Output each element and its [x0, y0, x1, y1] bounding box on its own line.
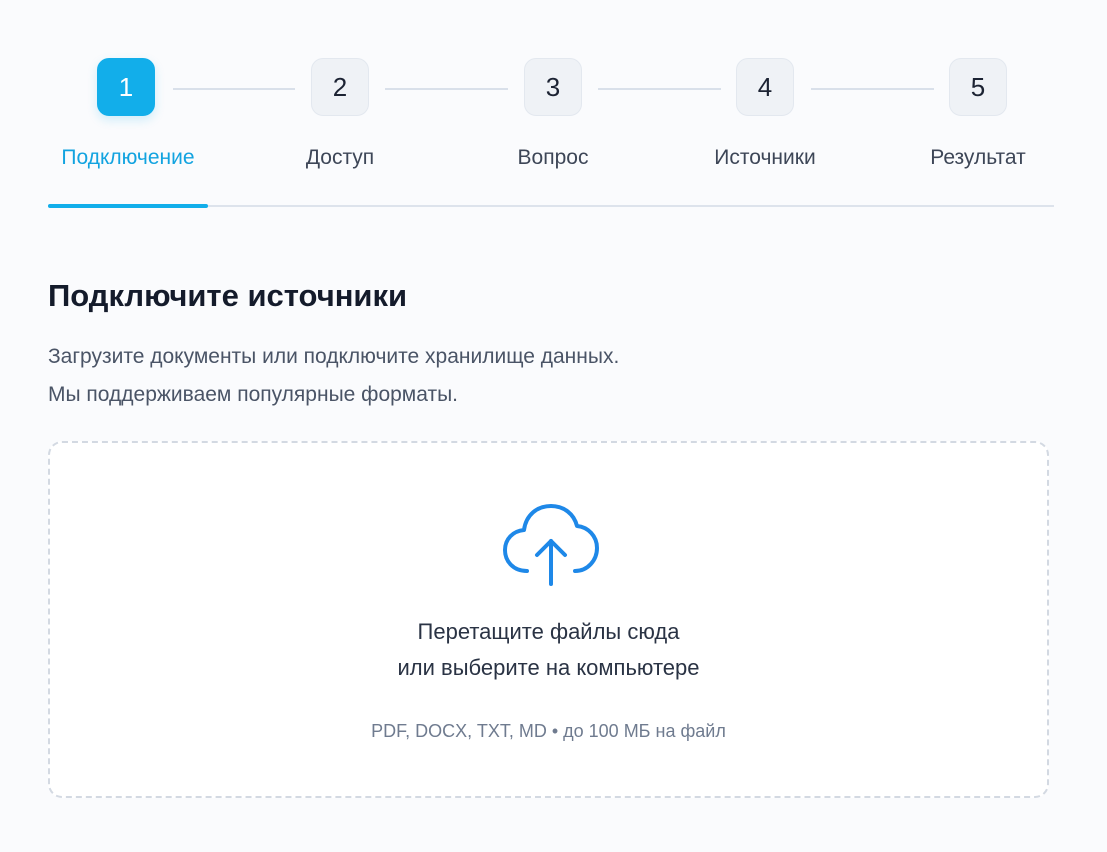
- dropzone-primary-text: Перетащите файлы сюда: [417, 619, 680, 644]
- step-1-number: 1: [118, 71, 134, 102]
- step-3-number: 3: [545, 71, 561, 102]
- step-5-button[interactable]: 5: [949, 58, 1007, 116]
- step-4-number: 4: [757, 71, 773, 102]
- step-1-button[interactable]: 1: [97, 58, 155, 116]
- description-line-2: Мы поддерживаем популярные форматы.: [48, 383, 459, 406]
- tab-sources[interactable]: Источники: [675, 146, 855, 170]
- step-5-number: 5: [970, 71, 986, 102]
- dropzone-format-hint: PDF, DOCX, TXT, MD • до 100 МБ на файл: [371, 721, 726, 741]
- step-2-button[interactable]: 2: [311, 58, 369, 116]
- file-dropzone[interactable]: Перетащите файлы сюда или выберите на ко…: [48, 441, 1049, 798]
- tab-access[interactable]: Доступ: [250, 146, 430, 170]
- step-connector-4-5: [811, 88, 934, 90]
- active-tab-indicator: [48, 204, 208, 208]
- tab-question[interactable]: Вопрос: [463, 146, 643, 170]
- section-description: Загрузите документы или подключите храни…: [48, 338, 619, 414]
- tab-result[interactable]: Результат: [888, 146, 1068, 170]
- step-4-button[interactable]: 4: [736, 58, 794, 116]
- step-2-number: 2: [332, 71, 348, 102]
- page-title: Подключите источники: [48, 278, 408, 313]
- step-3-button[interactable]: 3: [524, 58, 582, 116]
- step-connector-1-2: [173, 88, 295, 90]
- dropzone-browse-text[interactable]: или выберите на компьютере: [50, 655, 1047, 681]
- description-line-1: Загрузите документы или подключите храни…: [48, 345, 620, 368]
- step-connector-3-4: [598, 88, 721, 90]
- stepper: 1 2 3 4 5 Подключение Доступ Вопрос Исто…: [48, 58, 1054, 208]
- step-connector-2-3: [385, 88, 508, 90]
- tab-connection[interactable]: Подключение: [38, 146, 218, 170]
- cloud-upload-icon: [503, 504, 599, 586]
